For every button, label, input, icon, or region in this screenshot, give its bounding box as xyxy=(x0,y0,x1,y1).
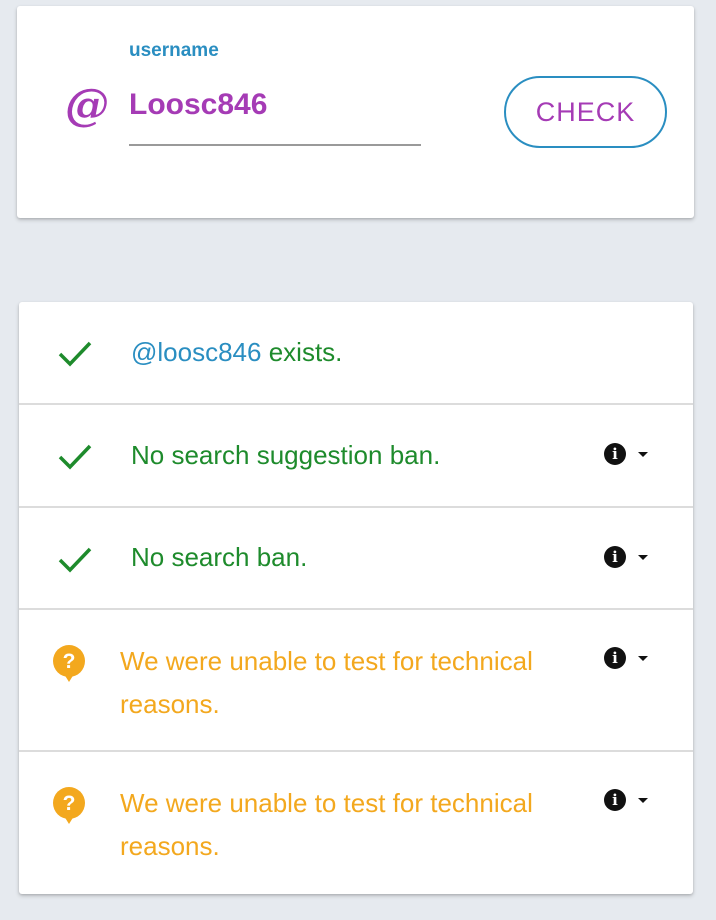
question-bubble-icon: ? xyxy=(53,787,85,824)
check-button[interactable]: CHECK xyxy=(504,76,667,148)
username-field-label: username xyxy=(129,40,219,61)
username-input[interactable] xyxy=(129,88,421,122)
caret-down-icon xyxy=(638,655,648,661)
result-row-unknown[interactable]: ? We were unable to test for technical r… xyxy=(19,752,693,894)
info-icon: i xyxy=(604,789,626,811)
caret-down-icon xyxy=(638,451,648,457)
details-toggle[interactable]: i xyxy=(604,788,660,812)
at-sign-icon: @ xyxy=(65,80,109,131)
check-icon xyxy=(58,444,92,470)
svg-text:?: ? xyxy=(63,792,76,815)
username-input-underline xyxy=(129,144,421,146)
result-text: No search ban. xyxy=(131,542,308,572)
info-icon: i xyxy=(604,546,626,568)
caret-down-icon xyxy=(638,797,648,803)
result-row-suggestion-ban[interactable]: No search suggestion ban. i xyxy=(19,405,693,508)
username-search-card: username @ CHECK xyxy=(17,6,694,218)
result-row-unknown[interactable]: ? We were unable to test for technical r… xyxy=(19,610,693,752)
info-icon: i xyxy=(604,647,626,669)
result-text: We were unable to test for technical rea… xyxy=(120,646,533,719)
details-toggle[interactable]: i xyxy=(604,442,660,466)
user-handle: @loosc846 xyxy=(131,337,262,367)
results-card: @loosc846 exists. No search suggestion b… xyxy=(19,302,693,894)
check-icon xyxy=(58,547,92,573)
result-text: We were unable to test for technical rea… xyxy=(120,788,533,861)
result-row-search-ban[interactable]: No search ban. i xyxy=(19,508,693,610)
check-icon xyxy=(58,341,92,367)
result-row-exists: @loosc846 exists. xyxy=(19,302,693,405)
info-icon: i xyxy=(604,443,626,465)
caret-down-icon xyxy=(638,554,648,560)
svg-text:?: ? xyxy=(63,650,76,673)
exists-label: exists. xyxy=(261,337,343,367)
question-bubble-icon: ? xyxy=(53,645,85,682)
result-text: @loosc846 exists. xyxy=(131,331,342,374)
details-toggle[interactable]: i xyxy=(604,545,660,569)
details-toggle[interactable]: i xyxy=(604,646,660,670)
result-text: No search suggestion ban. xyxy=(131,440,441,470)
